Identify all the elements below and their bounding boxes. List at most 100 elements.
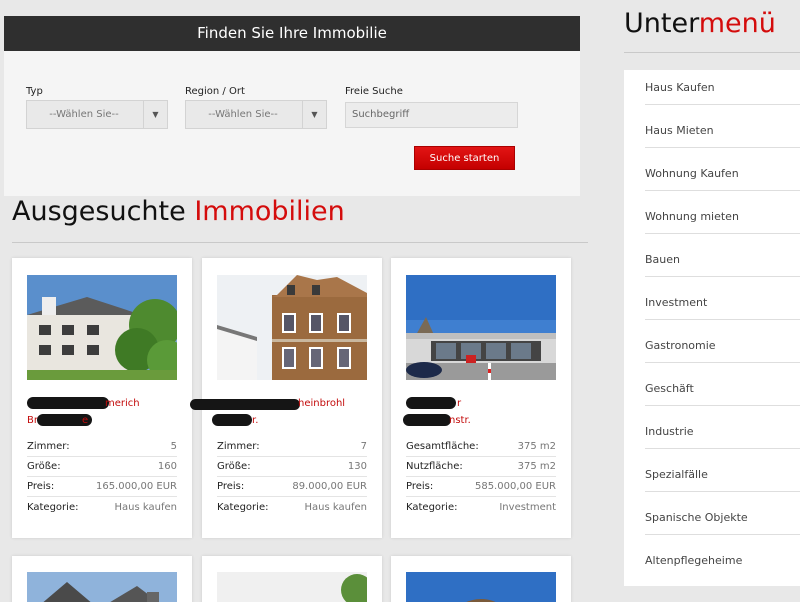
sidebar-item-gastronomie[interactable]: Gastronomie — [645, 339, 795, 352]
divider — [645, 405, 800, 406]
property-photo[interactable] — [217, 572, 367, 602]
sidebar-menu: Haus Kaufen Haus Mieten Wohnung Kaufen W… — [624, 70, 800, 586]
property-title[interactable]: merich — [105, 398, 140, 409]
type-select[interactable]: --Wählen Sie-- ▼ — [26, 100, 168, 129]
property-card[interactable]: merich Br e Zimmer: 5 Größe: 160 Preis: 165… — [12, 258, 192, 538]
detail-value: 7 — [360, 441, 367, 452]
divider — [12, 242, 588, 243]
divider — [645, 147, 800, 148]
property-photo[interactable] — [27, 275, 177, 380]
sidebar-item-spanische-objekte[interactable]: Spanische Objekte — [645, 511, 795, 524]
detail-row: Kategorie: Haus kaufen — [217, 497, 367, 517]
detail-row: Gesamtfläche: 375 m2 — [406, 437, 556, 457]
search-button[interactable]: Suche starten — [414, 146, 515, 170]
detail-value: 160 — [157, 461, 177, 472]
property-details: Gesamtfläche: 375 m2 Nutzfläche: 375 m2 Pr… — [406, 437, 556, 517]
detail-row: Zimmer: 5 — [27, 437, 177, 457]
sidebar-item-haus-mieten[interactable]: Haus Mieten — [645, 124, 795, 137]
detail-row: Kategorie: Haus kaufen — [27, 497, 177, 517]
search-header: Finden Sie Ihre Immobilie — [4, 16, 580, 51]
detail-key: Größe: — [217, 461, 251, 472]
sidebar-item-spezialfaelle[interactable]: Spezialfälle — [645, 468, 795, 481]
property-address: r. — [252, 415, 259, 426]
property-card[interactable] — [391, 556, 571, 602]
detail-key: Preis: — [27, 481, 55, 492]
type-select-value: --Wählen Sie-- — [49, 109, 119, 120]
divider — [645, 190, 800, 191]
redacted-block — [27, 397, 109, 409]
divider — [624, 52, 800, 53]
page-title-main: Ausgesuchte — [12, 196, 186, 227]
detail-key: Nutzfläche: — [406, 461, 463, 472]
divider — [645, 233, 800, 234]
redacted-block — [403, 414, 451, 426]
detail-key: Preis: — [406, 481, 434, 492]
sidebar-item-bauen[interactable]: Bauen — [645, 253, 795, 266]
detail-key: Kategorie: — [217, 501, 269, 513]
property-card[interactable] — [12, 556, 192, 602]
divider — [645, 104, 800, 105]
detail-value: 130 — [347, 461, 367, 472]
property-card[interactable]: r nstr. Gesamtfläche: 375 m2 Nutzfläche: 3… — [391, 258, 571, 538]
property-photo[interactable] — [217, 275, 367, 380]
detail-value: Haus kaufen — [114, 501, 177, 513]
detail-row: Preis: 165.000,00 EUR — [27, 477, 177, 497]
divider — [645, 319, 800, 320]
detail-row: Nutzfläche: 375 m2 — [406, 457, 556, 477]
property-photo[interactable] — [406, 572, 556, 602]
detail-value: 5 — [170, 441, 177, 452]
property-title[interactable]: r — [457, 398, 461, 409]
region-label: Region / Ort — [185, 86, 245, 97]
detail-value: 375 m2 — [517, 441, 556, 452]
property-details: Zimmer: 7 Größe: 130 Preis: 89.000,00 EUR K… — [217, 437, 367, 517]
detail-value: 585.000,00 EUR — [474, 481, 556, 492]
detail-value: 89.000,00 EUR — [292, 481, 367, 492]
redacted-block — [212, 414, 252, 426]
sidebar-item-wohnung-mieten[interactable]: Wohnung mieten — [645, 210, 795, 223]
detail-key: Preis: — [217, 481, 245, 492]
sidebar-title: Untermenü — [624, 8, 776, 39]
property-title[interactable]: heinbrohl — [298, 398, 345, 409]
detail-value: Investment — [499, 501, 556, 513]
property-address: e — [82, 415, 89, 426]
detail-key: Kategorie: — [27, 501, 79, 513]
sidebar-item-haus-kaufen[interactable]: Haus Kaufen — [645, 81, 795, 94]
search-input[interactable]: Suchbegriff — [345, 102, 518, 128]
divider — [645, 276, 800, 277]
region-select-value: --Wählen Sie-- — [208, 109, 278, 120]
search-panel: Finden Sie Ihre Immobilie Typ --Wählen S… — [4, 16, 580, 196]
detail-value: 165.000,00 EUR — [95, 481, 177, 492]
property-card[interactable]: heinbrohl r. Zimmer: 7 Größe: 130 Preis: 89… — [190, 258, 382, 538]
redacted-block — [406, 397, 456, 409]
detail-row: Größe: 160 — [27, 457, 177, 477]
detail-row: Preis: 585.000,00 EUR — [406, 477, 556, 497]
sidebar-title-main: Unter — [624, 8, 699, 39]
chevron-down-icon: ▼ — [143, 101, 167, 128]
detail-key: Gesamtfläche: — [406, 441, 479, 452]
detail-row: Zimmer: 7 — [217, 437, 367, 457]
detail-key: Kategorie: — [406, 501, 458, 513]
property-card[interactable] — [202, 556, 382, 602]
divider — [645, 534, 800, 535]
detail-key: Größe: — [27, 461, 61, 472]
region-select[interactable]: --Wählen Sie-- ▼ — [185, 100, 327, 129]
divider — [645, 448, 800, 449]
sidebar-item-wohnung-kaufen[interactable]: Wohnung Kaufen — [645, 167, 795, 180]
page-title: Ausgesuchte Immobilien — [12, 196, 345, 227]
property-photo[interactable] — [27, 572, 177, 602]
free-search-label: Freie Suche — [345, 86, 403, 97]
type-label: Typ — [26, 86, 43, 97]
property-photo[interactable] — [406, 275, 556, 380]
sidebar-item-geschaeft[interactable]: Geschäft — [645, 382, 795, 395]
detail-row: Größe: 130 — [217, 457, 367, 477]
detail-row: Kategorie: Investment — [406, 497, 556, 517]
sidebar-item-investment[interactable]: Investment — [645, 296, 795, 309]
sidebar-item-industrie[interactable]: Industrie — [645, 425, 795, 438]
divider — [645, 491, 800, 492]
divider — [645, 362, 800, 363]
property-address: nstr. — [449, 415, 471, 426]
detail-value: 375 m2 — [517, 461, 556, 472]
sidebar-item-altenpflegeheime[interactable]: Altenpflegeheime — [645, 554, 795, 567]
detail-key: Zimmer: — [27, 441, 70, 452]
detail-row: Preis: 89.000,00 EUR — [217, 477, 367, 497]
